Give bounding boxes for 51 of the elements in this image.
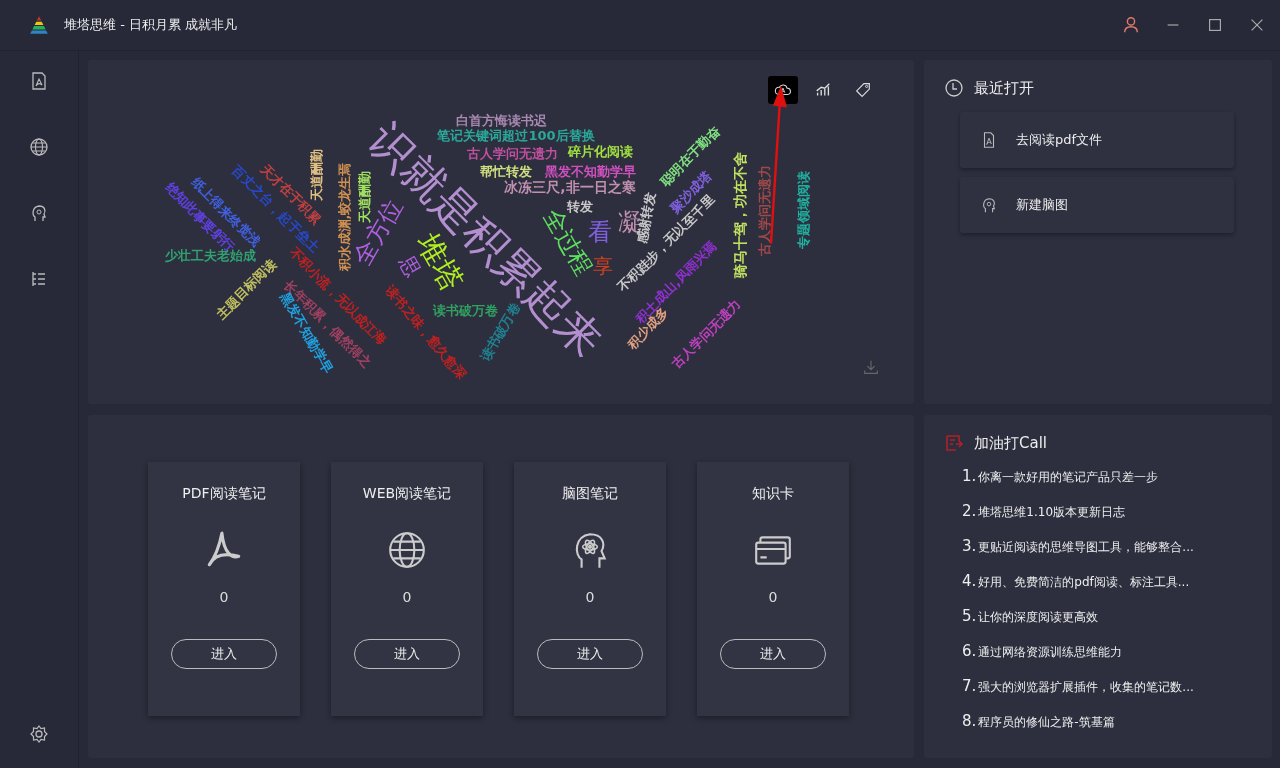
tag-icon [854,81,872,99]
pdf-icon[interactable] [29,71,49,91]
pyramid-logo-icon [28,15,50,35]
cloud-word: 笔记关键词超过100后替换 [437,128,595,142]
card-title: WEB阅读笔记 [362,485,452,503]
recent-item[interactable]: 去阅读pdf文件 [960,112,1234,168]
cloud-word: 骑马十驾，功在不舍 [733,152,747,278]
panel-title: 加油打Call [974,433,1047,453]
recent-item[interactable]: 新建脑图 [960,177,1234,233]
cloud-word: 读书破万卷 [432,303,498,317]
window-title: 堆塔思维 - 日积月累 成就非凡 [64,16,238,34]
note-count: 0 [219,589,229,605]
panel-title: 最近打开 [974,78,1034,98]
cloud-word: 看 [588,220,612,244]
cloud-word: 白首方悔读书迟 [455,113,547,127]
user-icon[interactable] [1122,16,1140,34]
cloud-word: 古人学问无遗力 [466,146,558,160]
cloud-word: 少壮工夫老始成 [164,248,256,262]
article-link[interactable]: 6.通过网络资源训练思维能力 [924,642,1272,677]
cloud-word: 古人学问无遗力 [669,297,743,371]
cloud-word: 享 [593,256,613,276]
card-title: 脑图笔记 [562,485,618,503]
cloud-word: 专题领域阅读 [796,171,810,249]
globe-icon [386,529,428,571]
cloud-word: 积水成渊,蛟龙生焉 [337,162,351,272]
cloud-word: 帮忙转发 [480,164,532,178]
article-link[interactable]: 5.让你的深度阅读更高效 [924,607,1272,642]
article-link[interactable]: 7.强大的浏览器扩展插件，收集的笔记数... [924,677,1272,712]
clock-icon [944,78,964,98]
article-link[interactable]: 3.更贴近阅读的思维导图工具，能够整合... [924,537,1272,572]
article-link[interactable]: 1.你离一款好用的笔记产品只差一步 [924,467,1272,502]
cloud-word: 转发 [567,199,593,213]
cloud-word: 黑发不知勤学早 [544,164,636,178]
card-title: PDF阅读笔记 [182,485,266,503]
head-icon [980,196,998,214]
cloud-word: 冰冻三尺,非一日之寒 [504,180,636,194]
badge-icon [944,433,964,453]
globe-icon[interactable] [29,137,49,157]
note-count: 0 [585,589,595,605]
settings-icon[interactable] [29,724,49,744]
maximize-icon[interactable] [1206,16,1224,34]
card-title: 知识卡 [752,485,794,503]
article-link[interactable]: 2.堆塔思维1.10版本更新日志 [924,502,1272,537]
note-count: 0 [402,589,412,605]
head-icon[interactable] [29,203,49,223]
article-link[interactable]: 8.程序员的修仙之路-筑基篇 [924,712,1272,747]
cloud-word: 碎片化阅读 [567,144,633,158]
cloud-word: 古人学问无遗力 [757,164,771,256]
article-link[interactable]: 4.好用、免费简洁的pdf阅读、标注工具... [924,572,1272,607]
note-count: 0 [768,589,778,605]
cloud-word: 天道酬勤 [309,149,323,201]
